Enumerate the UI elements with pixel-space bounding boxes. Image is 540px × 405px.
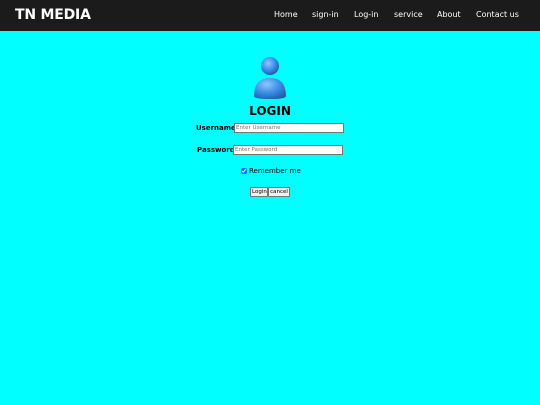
nav-link-service[interactable]: service xyxy=(394,10,423,19)
remember-me-label: Remember me xyxy=(249,167,301,175)
login-title: LOGIN xyxy=(249,104,291,118)
username-input[interactable] xyxy=(234,123,344,133)
top-navbar: TN MEDIA Home sign-in Log-in service Abo… xyxy=(0,0,540,31)
brand-logo[interactable]: TN MEDIA xyxy=(15,7,91,23)
login-button[interactable]: Login xyxy=(250,187,268,197)
user-avatar-icon xyxy=(252,56,288,100)
nav-link-contact-us[interactable]: Contact us xyxy=(476,10,519,19)
nav-link-home[interactable]: Home xyxy=(274,10,298,19)
nav-link-about[interactable]: About xyxy=(437,10,461,19)
cancel-button[interactable]: cancel xyxy=(268,187,290,197)
nav-link-log-in[interactable]: Log-in xyxy=(354,10,378,19)
username-label: Username xyxy=(196,124,236,132)
password-label: Password xyxy=(197,146,235,154)
password-input[interactable] xyxy=(233,145,343,155)
nav-link-sign-in[interactable]: sign-in xyxy=(312,10,339,19)
remember-me-checkbox[interactable] xyxy=(241,168,247,174)
